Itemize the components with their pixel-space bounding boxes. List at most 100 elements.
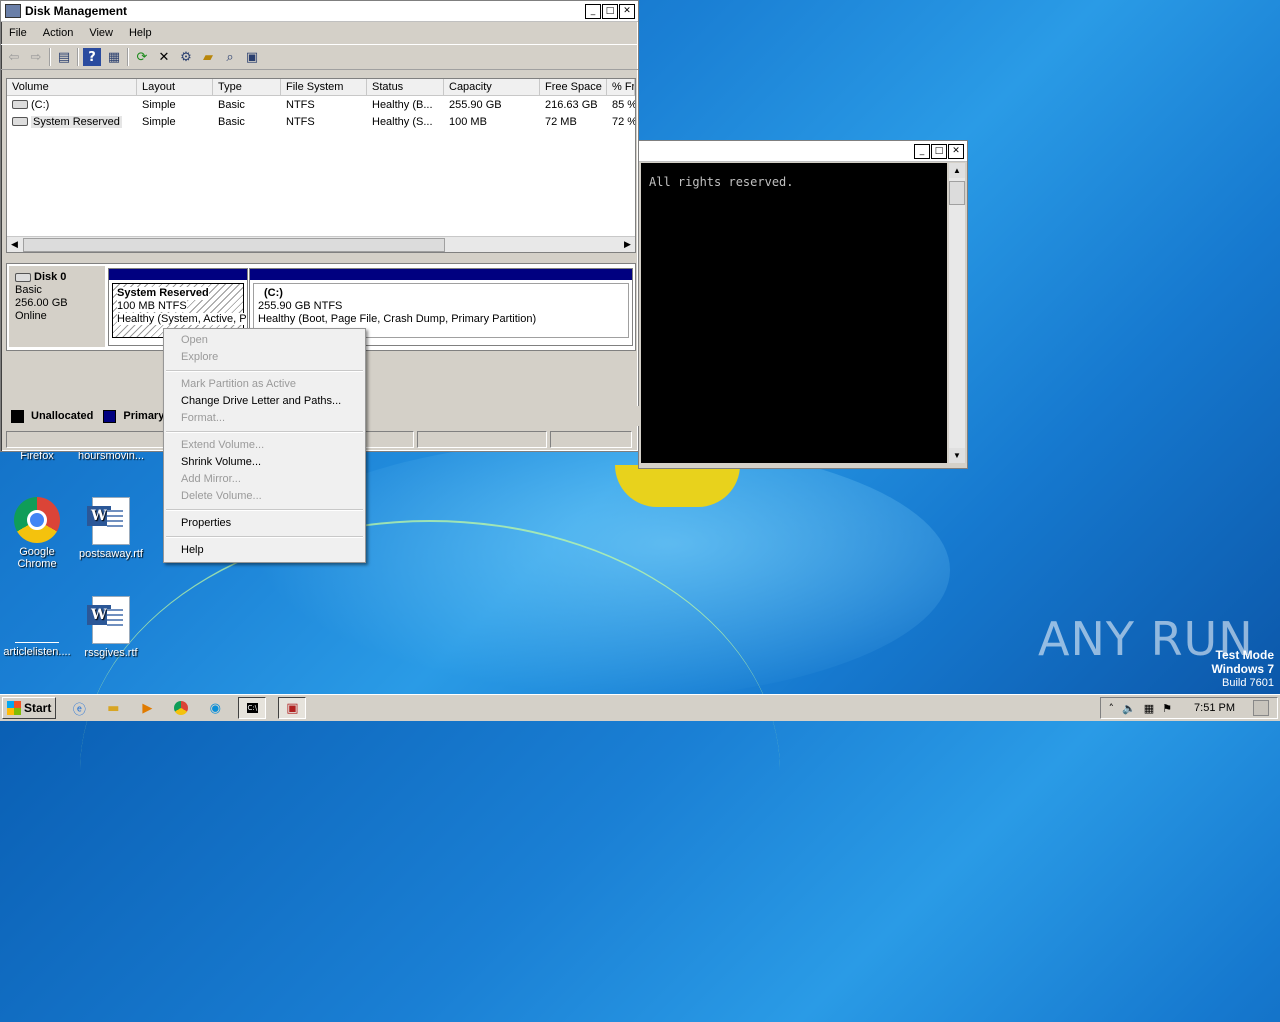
menu-item-help[interactable]: Help — [164, 542, 365, 559]
status-pane — [417, 431, 547, 448]
menu-bar: File Action View Help — [1, 22, 638, 44]
column-header-type[interactable]: Type — [213, 79, 281, 95]
column-headers: Volume Layout Type File System Status Ca… — [7, 79, 635, 96]
disk-icon — [15, 272, 31, 282]
menu-help[interactable]: Help — [121, 27, 160, 39]
properties-icon[interactable]: ▦ — [105, 48, 123, 66]
partition-status: Healthy (Boot, Page File, Crash Dump, Pr… — [258, 313, 537, 325]
window-title: Disk Management — [25, 4, 128, 18]
menu-file[interactable]: File — [1, 27, 35, 39]
desktop-icon-postsaway[interactable]: postsaway.rtf — [74, 497, 148, 560]
scroll-thumb[interactable] — [23, 238, 445, 252]
table-row[interactable]: (C:) Simple Basic NTFS Healthy (B... 255… — [7, 96, 635, 113]
partition-size: 100 MB NTFS — [117, 300, 187, 312]
delete-icon[interactable]: ✕ — [155, 48, 173, 66]
column-header-percent-free[interactable]: % Fr — [607, 79, 635, 95]
show-hide-console-tree-icon[interactable]: ▤ — [55, 48, 73, 66]
show-hidden-icons-icon[interactable]: ˄ — [1109, 702, 1115, 715]
scroll-thumb[interactable] — [949, 181, 965, 205]
cell-status: Healthy (B... — [372, 98, 433, 111]
maximize-button[interactable]: □ — [602, 3, 618, 19]
file-explorer-icon[interactable]: ▬ — [102, 698, 124, 718]
partition-name: System Reserved — [117, 287, 209, 300]
show-desktop-button[interactable] — [1253, 700, 1269, 716]
forward-icon[interactable]: ⇨ — [27, 48, 45, 66]
edge-icon[interactable]: ◉ — [204, 698, 226, 718]
menu-item-change-drive-letter[interactable]: Change Drive Letter and Paths... — [164, 393, 365, 410]
column-header-layout[interactable]: Layout — [137, 79, 213, 95]
primary-swatch — [103, 409, 117, 423]
desktop-icon-label: postsaway.rtf — [79, 548, 143, 560]
settings-icon[interactable]: ⚙ — [177, 48, 195, 66]
start-button[interactable]: Start — [2, 697, 57, 719]
disk-name: Disk 0 — [34, 271, 67, 283]
close-button[interactable]: ✕ — [948, 143, 964, 159]
network-icon[interactable]: ▦ — [1144, 702, 1154, 715]
cell-file-system: NTFS — [286, 98, 315, 111]
command-prompt-icon[interactable]: C:\ — [238, 697, 267, 719]
partition-name: (C:) — [264, 287, 283, 299]
cell-file-system: NTFS — [286, 115, 315, 128]
help-icon[interactable]: ? — [83, 48, 101, 66]
column-header-free-space[interactable]: Free Space — [540, 79, 607, 95]
column-header-volume[interactable]: Volume — [7, 79, 137, 95]
scroll-right-icon[interactable]: ▶ — [620, 237, 635, 252]
console-scrollbar[interactable]: ▲ ▼ — [949, 163, 965, 463]
menu-item-properties[interactable]: Properties — [164, 515, 365, 532]
minimize-button[interactable]: _ — [585, 3, 601, 19]
action-center-flag-icon[interactable]: ⚑ — [1162, 702, 1172, 715]
menu-item-mark-active: Mark Partition as Active — [181, 378, 296, 390]
test-mode-line3: Build 7601 — [1222, 677, 1274, 689]
column-header-capacity[interactable]: Capacity — [444, 79, 540, 95]
chrome-taskbar-icon[interactable] — [170, 698, 192, 718]
console-output[interactable]: All rights reserved. — [641, 163, 947, 463]
cell-free-space: 216.63 GB — [545, 98, 598, 111]
window-titlebar[interactable]: Disk Management _ □ ✕ — [1, 1, 638, 22]
menu-action[interactable]: Action — [35, 27, 82, 39]
cell-type: Basic — [218, 115, 245, 128]
volume-icon[interactable]: 🔈 — [1122, 702, 1136, 715]
cell-volume: System Reserved — [31, 115, 122, 128]
menu-item-extend-volume: Extend Volume... — [181, 439, 265, 451]
desktop-icon-articlelisten[interactable]: articlelisten.... — [0, 596, 74, 658]
console-window[interactable]: _ □ ✕ All rights reserved. ▲ ▼ — [638, 140, 968, 469]
disk-management-taskbar-icon[interactable]: ▣ — [278, 697, 307, 719]
close-button[interactable]: ✕ — [619, 3, 635, 19]
toolbar-separator — [77, 48, 79, 66]
column-header-file-system[interactable]: File System — [281, 79, 367, 95]
minimize-button[interactable]: _ — [914, 143, 930, 159]
scroll-up-icon[interactable]: ▲ — [949, 163, 965, 178]
console-titlebar[interactable]: _ □ ✕ — [639, 141, 967, 162]
cell-percent-free: 72 % — [612, 115, 635, 128]
volume-list[interactable]: Volume Layout Type File System Status Ca… — [6, 78, 636, 253]
partition-size: 255.90 GB NTFS — [258, 300, 343, 312]
desktop-icon-google-chrome[interactable]: Google Chrome — [0, 497, 74, 570]
blank-file-icon — [15, 596, 59, 643]
menu-item-add-mirror: Add Mirror... — [181, 473, 241, 485]
menu-item-open: Open — [181, 334, 208, 346]
search-icon[interactable]: ⌕ — [221, 48, 239, 66]
media-player-icon[interactable]: ▶ — [136, 698, 158, 718]
table-row[interactable]: System Reserved Simple Basic NTFS Health… — [7, 113, 635, 130]
open-folder-icon[interactable]: ▰ — [199, 48, 217, 66]
back-icon[interactable]: ⇦ — [5, 48, 23, 66]
cell-status: Healthy (S... — [372, 115, 433, 128]
clock[interactable]: 7:51 PM — [1194, 702, 1235, 714]
scroll-left-icon[interactable]: ◀ — [7, 237, 22, 252]
menu-separator — [166, 509, 363, 511]
menu-item-shrink-volume[interactable]: Shrink Volume... — [164, 454, 365, 471]
internet-explorer-icon[interactable]: ⓔ — [68, 698, 90, 718]
disk-info-panel[interactable]: Disk 0 Basic 256.00 GB Online — [9, 266, 105, 347]
desktop-icon-rssgives[interactable]: rssgives.rtf — [74, 596, 148, 659]
menu-view[interactable]: View — [81, 27, 121, 39]
export-icon[interactable]: ▣ — [243, 48, 261, 66]
column-header-status[interactable]: Status — [367, 79, 444, 95]
horizontal-scrollbar[interactable]: ◀ ▶ — [7, 236, 635, 252]
refresh-icon[interactable]: ⟳ — [133, 48, 151, 66]
legend-primary: Primary — [123, 410, 165, 422]
maximize-button[interactable]: □ — [931, 143, 947, 159]
cell-percent-free: 85 % — [612, 98, 635, 111]
scroll-down-icon[interactable]: ▼ — [949, 448, 965, 463]
status-pane — [550, 431, 632, 448]
test-mode-watermark: Test Mode Windows 7 Build 7601 — [1211, 648, 1274, 690]
